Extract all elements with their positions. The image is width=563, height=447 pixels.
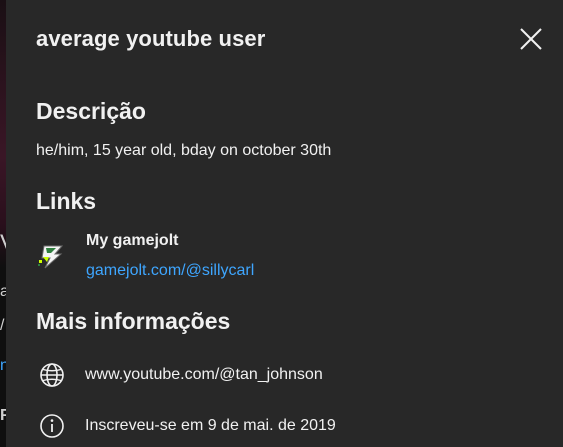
about-dialog: average youtube user Descrição he/him, 1… [6, 0, 563, 447]
info-icon [38, 412, 66, 440]
more-info-heading: Mais informações [36, 308, 231, 334]
joined-date: Inscreveu-se em 9 de mai. de 2019 [85, 417, 336, 434]
links-heading: Links [36, 188, 97, 214]
gamejolt-link[interactable]: gamejolt.com/@sillycarl [86, 262, 254, 280]
description-text: he/him, 15 year old, bday on october 30t… [36, 142, 332, 159]
description-heading: Descrição [36, 98, 146, 124]
gamejolt-favicon-icon [36, 240, 68, 272]
close-icon [520, 28, 542, 50]
globe-icon [38, 361, 66, 389]
channel-url[interactable]: www.youtube.com/@tan_johnson [85, 366, 323, 384]
channel-title: average youtube user [36, 26, 266, 51]
link-title: My gamejolt [86, 232, 179, 249]
close-button[interactable] [514, 22, 548, 56]
